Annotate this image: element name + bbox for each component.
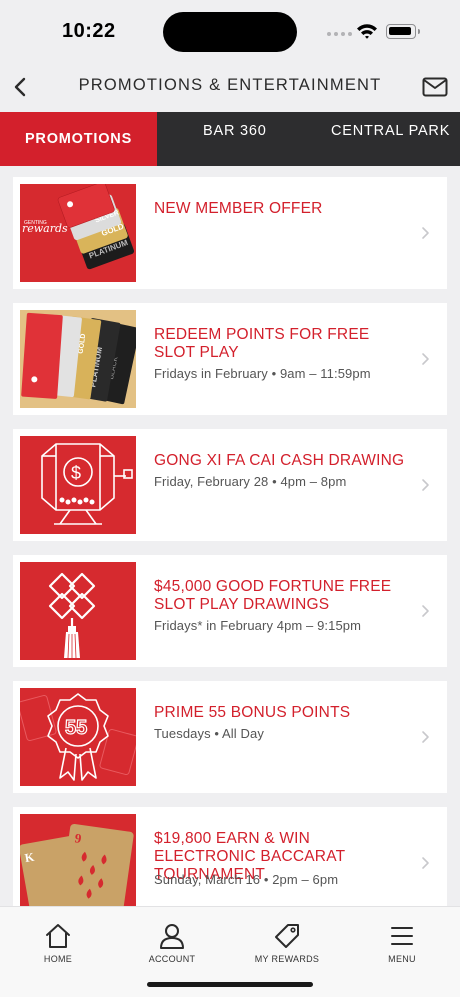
hamburger-icon (391, 927, 413, 945)
promotion-card[interactable]: 55 PRIME 55 BONUS POINTS Tuesdays • All … (13, 681, 447, 793)
tab-bar-360[interactable]: BAR 360 (157, 112, 307, 166)
category-tabs: PROMOTIONS BAR 360 CENTRAL PARK (0, 112, 460, 166)
promotion-card[interactable]: BLACK PLATINUM GOLD REDEEM POINTS FOR FR… (13, 303, 447, 415)
nav-label: ACCOUNT (148, 954, 196, 964)
envelope-icon (422, 77, 448, 97)
home-indicator[interactable] (147, 982, 313, 987)
promotion-schedule: Tuesdays • All Day (154, 726, 264, 741)
status-time: 10:22 (62, 20, 116, 42)
promotion-title: REDEEM POINTS FOR FREE SLOT PLAY (154, 326, 370, 361)
chinese-knot-image (20, 562, 136, 660)
tab-label: BAR 360 (203, 123, 267, 139)
nav-my-rewards[interactable]: MY REWARDS (242, 921, 332, 964)
promotion-title: PRIME 55 BONUS POINTS (154, 704, 351, 721)
tab-label: CENTRAL PARK (331, 123, 451, 139)
tab-label: PROMOTIONS (24, 131, 133, 147)
tab-central-park[interactable]: CENTRAL PARK (307, 112, 460, 166)
nav-header: PROMOTIONS & ENTERTAINMENT (0, 62, 460, 112)
promotion-schedule: Sunday, March 16 • 2pm – 6pm (154, 872, 339, 887)
promotions-list[interactable]: rewards GENTING PLATINUM GOLD SILVER NEW… (0, 166, 460, 906)
promotion-title: GONG XI FA CAI CASH DRAWING (154, 452, 405, 469)
promotion-schedule: Fridays in February • 9am – 11:59pm (154, 366, 371, 381)
tier-cards-image: BLACK PLATINUM GOLD (20, 310, 136, 408)
chevron-right-icon (422, 857, 429, 869)
person-icon (160, 924, 184, 949)
chevron-right-icon (422, 353, 429, 365)
chevron-right-icon (422, 479, 429, 491)
svg-text:55: 55 (65, 717, 87, 739)
promotion-card[interactable]: K 9 $19,800 EARN & WIN ELECTRONIC BACCAR… (13, 807, 447, 906)
home-icon (46, 924, 70, 948)
promotion-card[interactable]: $45,000 GOOD FORTUNE FREE SLOT PLAY DRAW… (13, 555, 447, 667)
nav-label: MENU (388, 954, 416, 964)
status-bar: 10:22 (0, 0, 460, 62)
svg-text:GENTING: GENTING (24, 220, 47, 226)
nav-label: MY REWARDS (254, 954, 320, 964)
battery-icon (386, 24, 420, 39)
cellular-signal-icon (327, 32, 352, 36)
wifi-icon (357, 24, 377, 39)
nav-home[interactable]: HOME (13, 921, 103, 964)
ribbon-55-image: 55 (20, 688, 136, 786)
page-title: PROMOTIONS & ENTERTAINMENT (78, 76, 382, 94)
promotion-title: $45,000 GOOD FORTUNE FREE SLOT PLAY DRAW… (154, 578, 392, 613)
chevron-right-icon (422, 605, 429, 617)
drawing-drum-image: $ (20, 436, 136, 534)
chevron-right-icon (422, 227, 429, 239)
promotion-title: NEW MEMBER OFFER (154, 200, 323, 217)
promotion-card[interactable]: rewards GENTING PLATINUM GOLD SILVER NEW… (13, 177, 447, 289)
chevron-right-icon (422, 731, 429, 743)
mail-button[interactable] (420, 74, 450, 100)
dynamic-island (163, 12, 297, 52)
tag-icon (275, 924, 299, 948)
nav-label: HOME (43, 954, 73, 964)
promotion-schedule: Friday, February 28 • 4pm – 8pm (154, 474, 347, 489)
rewards-cards-image: rewards GENTING PLATINUM GOLD SILVER (20, 184, 136, 282)
promotion-schedule: Fridays* in February 4pm – 9:15pm (154, 618, 362, 633)
promotion-card[interactable]: $ GONG XI FA CAI CASH DRAWING Friday, Fe… (13, 429, 447, 541)
nav-menu[interactable]: MENU (357, 921, 447, 964)
svg-text:$: $ (71, 463, 81, 483)
nav-account[interactable]: ACCOUNT (127, 921, 217, 964)
tab-promotions[interactable]: PROMOTIONS (0, 112, 157, 166)
playing-cards-image: K 9 (20, 814, 136, 906)
